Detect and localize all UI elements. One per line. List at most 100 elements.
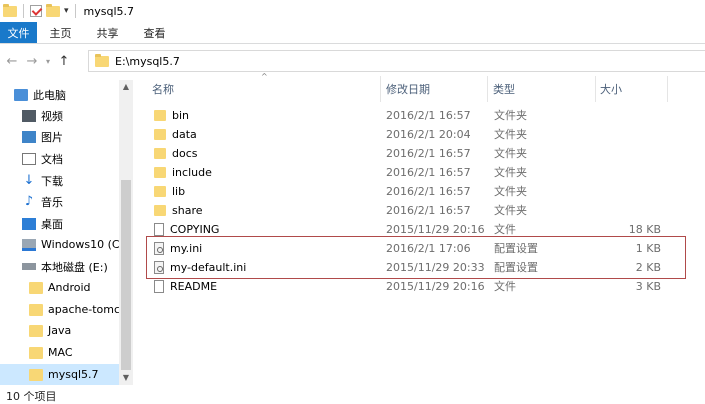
file-name-cell: README [154, 277, 217, 296]
file-name-cell: data [154, 125, 197, 144]
file-name-cell: bin [154, 106, 189, 125]
video-icon [22, 109, 36, 122]
sidebar-item-label: Windows10 (C: [41, 238, 124, 251]
scrollbar-thumb[interactable] [121, 180, 131, 370]
scroll-up-icon[interactable]: ▲ [119, 80, 133, 94]
column-divider[interactable] [667, 76, 668, 102]
file-icon [154, 280, 164, 293]
address-path: E:\mysql5.7 [115, 54, 180, 68]
tab-home[interactable]: 主页 [37, 22, 84, 43]
file-name: share [172, 204, 203, 217]
pc-icon [14, 88, 28, 101]
file-name-cell: docs [154, 144, 198, 163]
folder-icon [154, 129, 166, 140]
folder-icon [29, 368, 43, 381]
download-icon: ↓ [23, 172, 35, 188]
quick-access-toolbar: ▾ [0, 3, 78, 18]
folder-icon [3, 3, 17, 17]
table-row[interactable]: README 2015/11/29 20:16 文件 3 KB [151, 277, 691, 296]
file-size [601, 144, 661, 163]
navigation-pane: 此电脑 视频 图片 文档 ↓ 下载 ♪ 音乐 桌面 Windows10 (C: … [0, 80, 133, 385]
sidebar-item-label: 音乐 [41, 195, 63, 209]
column-header-date[interactable]: 修改日期 [386, 76, 430, 102]
file-date: 2015/11/29 20:16 [386, 280, 485, 293]
folder-icon [29, 303, 43, 316]
file-name-cell: lib [154, 182, 185, 201]
file-name: data [172, 128, 197, 141]
folder-icon [154, 167, 166, 178]
sidebar-item-mysql57[interactable]: mysql5.7 [0, 364, 119, 385]
file-size [601, 182, 661, 201]
table-row[interactable]: include 2016/2/1 16:57 文件夹 [151, 163, 691, 182]
file-type: 文件夹 [494, 128, 527, 141]
file-name: lib [172, 185, 186, 198]
sidebar-item-label: Java [48, 324, 72, 337]
sidebar-item-mac[interactable]: MAC [29, 342, 119, 363]
customize-dropdown-icon[interactable]: ▾ [64, 6, 69, 16]
file-size [601, 125, 661, 144]
sidebar-item-java[interactable]: Java [29, 320, 119, 341]
table-row[interactable]: lib 2016/2/1 16:57 文件夹 [151, 182, 691, 201]
music-icon: ♪ [24, 193, 34, 209]
file-type: 文件夹 [494, 166, 527, 179]
folder-icon [154, 148, 166, 159]
sidebar-scrollbar[interactable]: ▲ ▼ [119, 80, 133, 385]
file-date: 2016/2/1 16:57 [386, 109, 471, 122]
sidebar-item-label: 桌面 [41, 217, 63, 231]
sidebar-item-label: 本地磁盘 (E:) [41, 260, 108, 274]
table-row[interactable]: bin 2016/2/1 16:57 文件夹 [151, 106, 691, 125]
file-type: 文件夹 [494, 109, 527, 122]
status-item-count: 10 个项目 [6, 390, 57, 403]
divider [23, 4, 24, 18]
sidebar-item-label: Android [48, 281, 91, 294]
column-divider[interactable] [595, 76, 596, 102]
column-header-type[interactable]: 类型 [493, 76, 515, 102]
folder-icon [154, 186, 166, 197]
column-divider[interactable] [487, 76, 488, 102]
file-name: docs [172, 147, 198, 160]
scroll-down-icon[interactable]: ▼ [119, 371, 133, 385]
file-date: 2016/2/1 16:57 [386, 185, 471, 198]
folder-icon [29, 346, 43, 359]
sidebar-item-this-pc[interactable]: 此电脑 [14, 84, 133, 105]
up-arrow-icon[interactable]: ↑ [54, 54, 74, 69]
column-header-size[interactable]: 大小 [600, 76, 622, 102]
sidebar-item-apache-tomcat[interactable]: apache-tomca [29, 299, 119, 320]
table-row[interactable]: docs 2016/2/1 16:57 文件夹 [151, 144, 691, 163]
new-folder-icon[interactable] [46, 3, 60, 17]
document-icon [22, 152, 36, 165]
file-date: 2016/2/1 20:04 [386, 128, 471, 141]
properties-icon[interactable] [30, 5, 42, 17]
file-date: 2016/2/1 16:57 [386, 147, 471, 160]
sidebar-item-label: apache-tomca [48, 303, 119, 316]
tab-file[interactable]: 文件 [0, 22, 37, 43]
window-title: mysql5.7 [83, 4, 135, 18]
ribbon-tabs: 文件 主页 共享 查看 [0, 22, 705, 44]
file-date: 2016/2/1 16:57 [386, 204, 471, 217]
address-bar[interactable]: E:\mysql5.7 [88, 50, 705, 72]
forward-arrow-icon[interactable]: → [22, 54, 42, 69]
file-name-cell: share [154, 201, 203, 220]
tab-share[interactable]: 共享 [84, 22, 131, 43]
back-arrow-icon[interactable]: ← [2, 54, 22, 69]
column-divider[interactable] [380, 76, 381, 102]
folder-icon [95, 53, 109, 67]
file-size [601, 106, 661, 125]
file-date: 2016/2/1 16:57 [386, 166, 471, 179]
file-name: bin [172, 109, 190, 122]
file-type: 文件夹 [494, 147, 527, 160]
navigation-bar: ← → ▾ ↑ E:\mysql5.7 [0, 46, 705, 76]
sidebar-item-label: 此电脑 [33, 88, 66, 102]
table-row[interactable]: data 2016/2/1 20:04 文件夹 [151, 125, 691, 144]
recent-locations-chevron-icon[interactable]: ▾ [42, 57, 54, 66]
column-header-name[interactable]: 名称 [152, 76, 174, 102]
disk-icon [22, 263, 36, 270]
file-icon [154, 223, 164, 236]
tab-view[interactable]: 查看 [131, 22, 178, 43]
file-type: 文件夹 [494, 185, 527, 198]
sidebar-item-label: 文档 [41, 152, 63, 166]
table-row[interactable]: share 2016/2/1 16:57 文件夹 [151, 201, 691, 220]
picture-icon [22, 130, 36, 143]
sidebar-item-label: mysql5.7 [48, 368, 99, 381]
title-bar: ▾ mysql5.7 [0, 0, 705, 22]
